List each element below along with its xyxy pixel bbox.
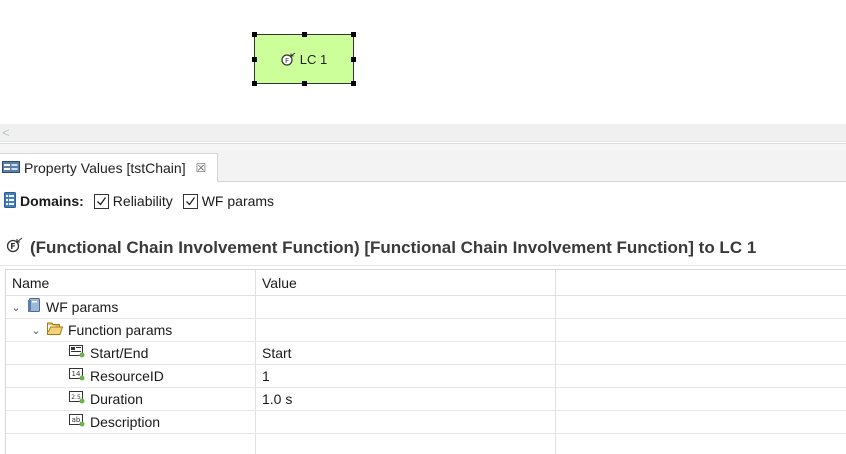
domains-bar: Domains: Reliability WF params [0, 189, 274, 213]
lc-node-label: LC 1 [299, 51, 328, 67]
function-involvement-icon: F [6, 237, 24, 258]
reliability-label: Reliability [112, 193, 173, 209]
reliability-checkbox[interactable]: Reliability [93, 193, 173, 209]
resize-handle[interactable] [252, 81, 257, 86]
resize-handle[interactable] [302, 32, 307, 37]
resize-handle[interactable] [351, 81, 356, 86]
table-row[interactable]: ⌄ Function params [6, 319, 846, 342]
resize-handle[interactable] [252, 32, 257, 37]
resize-handle[interactable] [351, 32, 356, 37]
resize-handle[interactable] [252, 57, 257, 62]
row-value[interactable]: Start [256, 342, 556, 364]
float-property-icon: 2.5 [69, 391, 85, 407]
row-name: Start/End [90, 345, 149, 361]
element-title: F (Functional Chain Involvement Function… [0, 230, 846, 266]
table-header: Name Value [6, 270, 846, 296]
chevron-down-icon[interactable]: ⌄ [30, 324, 42, 337]
svg-text:F: F [10, 242, 15, 251]
wf-params-label: WF params [201, 193, 275, 209]
row-name: ResourceID [90, 368, 164, 384]
lc-node[interactable]: F LC 1 [252, 32, 356, 86]
domains-label: Domains: [20, 193, 84, 209]
row-value[interactable] [256, 319, 556, 341]
svg-text:ab: ab [72, 416, 81, 424]
property-view-icon [2, 160, 20, 177]
resize-handle[interactable] [302, 81, 307, 86]
empty-row [6, 434, 846, 454]
row-name: Description [90, 414, 161, 430]
element-title-text: (Functional Chain Involvement Function) … [30, 237, 757, 257]
row-value[interactable]: 1 [256, 365, 556, 387]
table-row[interactable]: Start/End Start [6, 342, 846, 365]
domain-book-icon [27, 298, 41, 316]
row-name: Duration [90, 391, 143, 407]
column-header-value[interactable]: Value [256, 270, 556, 295]
row-value[interactable]: 1.0 s [256, 388, 556, 410]
checkmark-icon[interactable] [182, 193, 198, 209]
function-involvement-icon: F [281, 52, 297, 66]
folder-open-icon [47, 322, 64, 338]
tab-property-values[interactable]: Property Values [tstChain] ☒ [0, 153, 218, 182]
checkmark-icon[interactable] [93, 193, 109, 209]
table-row[interactable]: ⌄ WF params [6, 296, 846, 319]
column-header-name[interactable]: Name [6, 270, 256, 295]
svg-text:F: F [285, 57, 289, 65]
diagram-canvas[interactable]: F LC 1 [0, 0, 846, 124]
chevron-down-icon[interactable]: ⌄ [10, 301, 22, 314]
horizontal-scrollbar[interactable]: < [0, 124, 846, 142]
svg-text:2.5: 2.5 [71, 394, 81, 401]
scroll-left-arrow-icon[interactable]: < [2, 125, 10, 140]
resize-handle[interactable] [351, 57, 356, 62]
domains-icon [4, 191, 16, 211]
tab-title: Property Values [tstChain] [24, 160, 186, 176]
property-tree-table[interactable]: Name Value ⌄ WF params ⌄ Function params… [5, 269, 846, 454]
table-row[interactable]: 14 ResourceID 1 [6, 365, 846, 388]
table-row[interactable]: 2.5 Duration 1.0 s [6, 388, 846, 411]
svg-text:14: 14 [72, 370, 81, 378]
view-divider [0, 143, 846, 151]
text-property-icon: ab [69, 414, 85, 430]
enum-property-icon [69, 345, 85, 361]
wf-params-checkbox[interactable]: WF params [182, 193, 275, 209]
row-value[interactable] [256, 296, 556, 318]
table-row[interactable]: ab Description [6, 411, 846, 434]
row-value[interactable] [256, 411, 556, 433]
row-name: WF params [46, 299, 119, 315]
close-icon[interactable]: ☒ [196, 161, 207, 175]
row-name: Function params [68, 322, 173, 338]
view-tab-bar: Property Values [tstChain] ☒ [0, 151, 846, 182]
int-property-icon: 14 [69, 368, 85, 384]
